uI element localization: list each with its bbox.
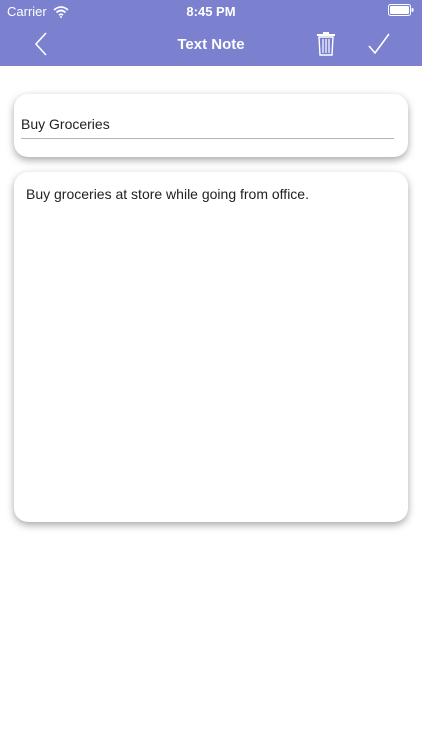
checkmark-icon [368, 33, 390, 55]
note-title-input[interactable] [21, 110, 394, 139]
save-button[interactable] [366, 30, 392, 58]
body-card: Buy groceries at store while going from … [14, 172, 408, 522]
title-card [14, 94, 408, 157]
text-note-screen: Carrier 8:45 PM Text Note Buy Groceries … [0, 0, 422, 750]
battery-icon [388, 4, 414, 16]
top-bar: Carrier 8:45 PM Text Note [0, 0, 422, 66]
delete-button[interactable] [314, 30, 338, 58]
note-body-textarea[interactable]: Buy groceries at store while going from … [26, 184, 396, 510]
page-title: Text Note [177, 36, 245, 53]
status-time: 8:45 PM [186, 4, 236, 19]
trash-icon [317, 32, 335, 56]
